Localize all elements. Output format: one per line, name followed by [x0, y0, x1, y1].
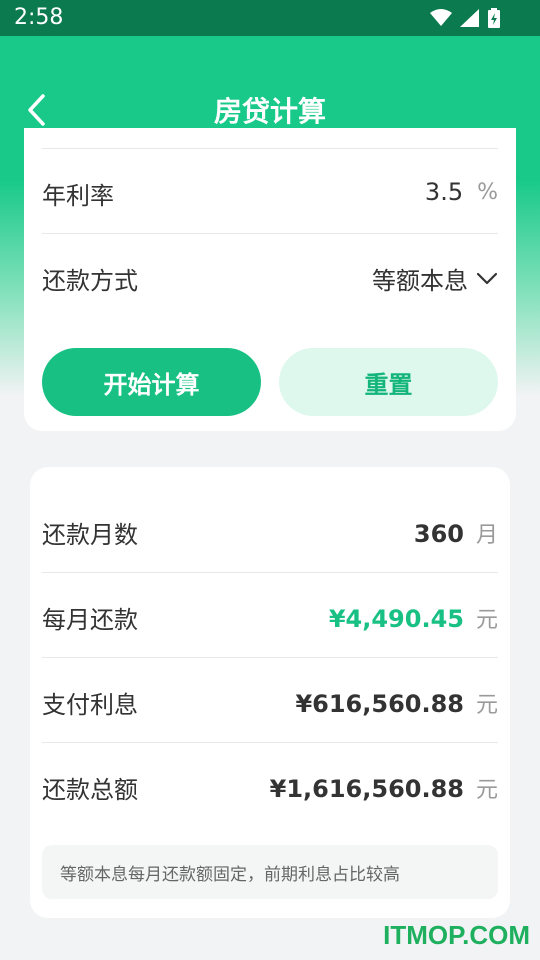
monthly-unit: 元 — [475, 608, 498, 633]
result-card: 还款月数 360 月 每月还款 ¥4,490.45 元 支付利息 ¥616,56… — [30, 467, 510, 918]
monthly-label: 每月还款 — [42, 606, 138, 634]
divider — [42, 657, 498, 658]
page-title: 房贷计算 — [213, 95, 326, 128]
signal-icon — [460, 9, 479, 27]
rate-label: 年利率 — [42, 182, 114, 210]
total-label: 还款总额 — [42, 776, 138, 804]
method-label: 还款方式 — [42, 267, 138, 295]
rate-input[interactable]: 3.5 — [425, 178, 463, 206]
method-select[interactable]: 等额本息 — [372, 261, 468, 296]
chevron-down-icon — [476, 272, 498, 284]
total-value: ¥1,616,560.88 — [269, 775, 464, 803]
divider — [42, 742, 498, 743]
calculate-button[interactable]: 开始计算 — [42, 348, 261, 416]
reset-button[interactable]: 重置 — [279, 348, 498, 416]
divider — [42, 148, 498, 149]
total-unit: 元 — [475, 778, 498, 803]
input-card: 年利率 3.5 % 还款方式 等额本息 开始计算 重置 — [24, 128, 516, 431]
status-time: 2:58 — [14, 5, 64, 30]
months-label: 还款月数 — [42, 521, 138, 549]
status-bar: 2:58 — [0, 0, 540, 36]
interest-label: 支付利息 — [42, 691, 138, 719]
months-unit: 月 — [475, 523, 498, 548]
interest-value: ¥616,560.88 — [295, 690, 464, 718]
divider — [42, 233, 498, 234]
monthly-value: ¥4,490.45 — [328, 605, 464, 633]
divider — [42, 572, 498, 573]
watermark: ITMOP.COM — [383, 920, 530, 950]
note-box: 等额本息每月还款额固定，前期利息占比较高 — [42, 845, 498, 899]
months-value: 360 — [413, 520, 464, 548]
interest-unit: 元 — [475, 693, 498, 718]
rate-unit: % — [477, 179, 498, 205]
wifi-icon — [430, 9, 452, 26]
battery-icon — [488, 8, 500, 28]
status-icons — [430, 8, 500, 28]
